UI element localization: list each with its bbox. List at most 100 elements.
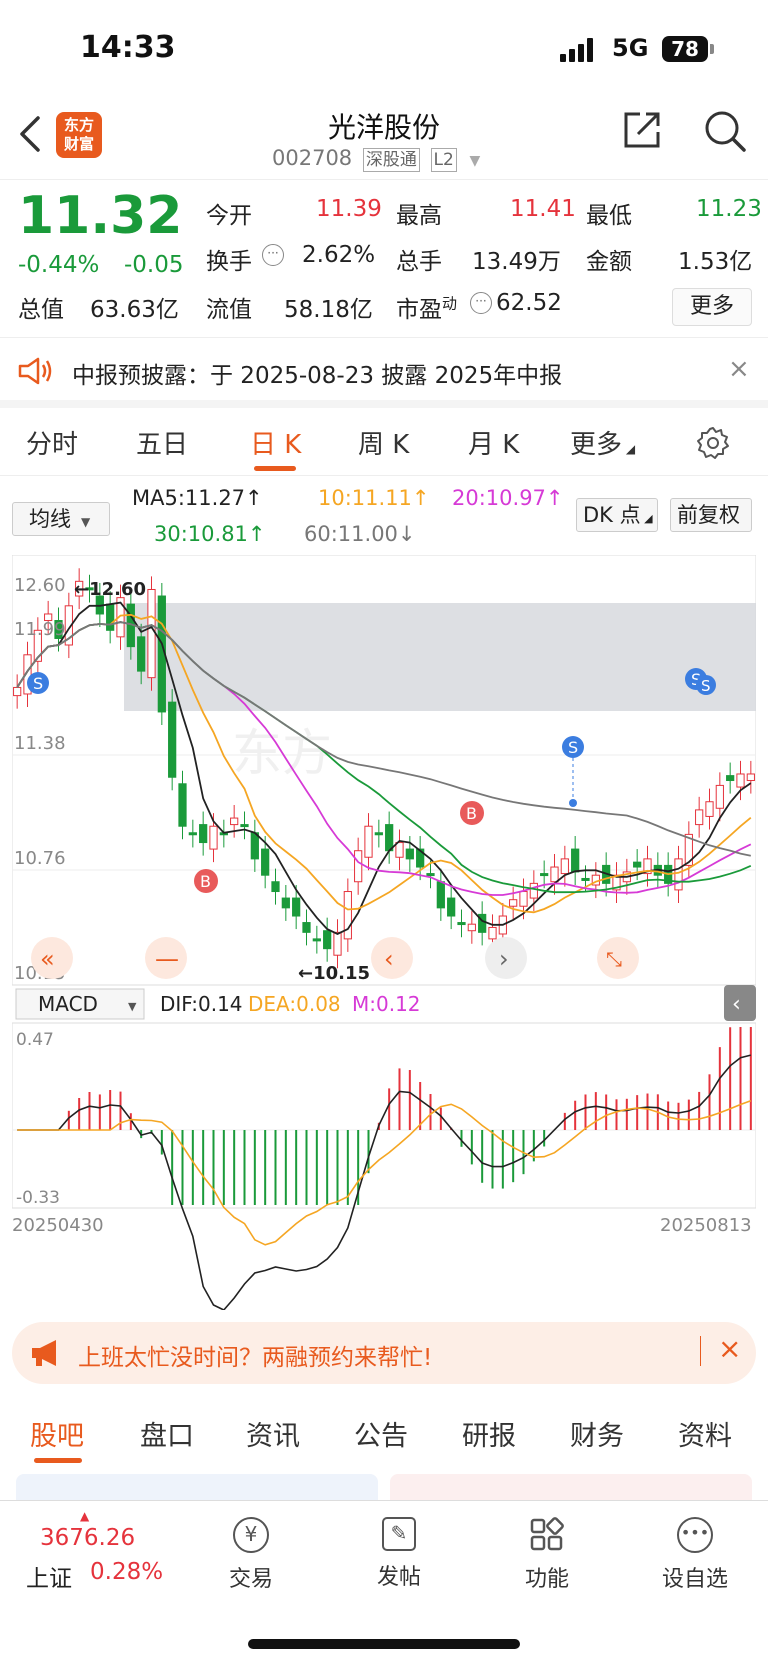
open-value: 11.39: [316, 196, 382, 222]
candle-body: [209, 825, 218, 850]
fullscreen-button[interactable]: ⤡: [597, 937, 639, 979]
low-value: 11.23: [696, 196, 762, 222]
network-label: 5G: [612, 34, 649, 62]
low-label: 最低: [586, 203, 632, 229]
ma10-value: 10:11.11↑: [318, 486, 430, 510]
close-icon[interactable]: ×: [718, 1332, 741, 1365]
macd-select-label: MACD: [38, 992, 98, 1016]
tab-news[interactable]: 资讯: [246, 1414, 300, 1453]
candle-body: [13, 686, 22, 697]
watchlist-label: 设自选: [661, 1567, 728, 1592]
index-value[interactable]: 3676.26: [40, 1525, 135, 1551]
kline-chart[interactable]: 东方 12.60 11.99 11.38 10.76 10.15 ←12.60 …: [12, 555, 756, 1310]
tab-announcements[interactable]: 公告: [354, 1414, 408, 1453]
candle-body: [323, 930, 332, 950]
svg-text:S: S: [568, 738, 578, 757]
candle-body: [550, 866, 559, 883]
dk-point-label: DK 点: [583, 503, 641, 527]
buy-marker[interactable]: B: [460, 801, 484, 825]
card-peek-right: [390, 1474, 752, 1500]
buy-marker[interactable]: B: [194, 869, 218, 893]
m-value: M:0.12: [352, 992, 421, 1016]
chevron-left-icon: ‹: [732, 992, 741, 1017]
tag-l2: L2: [430, 148, 457, 172]
tab-research[interactable]: 研报: [462, 1414, 516, 1453]
candle-body: [250, 832, 259, 860]
candle-body: [261, 848, 270, 876]
candle-body: [343, 891, 352, 940]
post-button[interactable]: ✎ 发帖: [344, 1517, 454, 1591]
y-tick-0: 12.60: [14, 575, 66, 596]
stock-code-row[interactable]: 002708 深股通 L2 ▼: [272, 146, 480, 172]
active-tab-underline: [34, 1458, 82, 1463]
open-label: 今开: [206, 203, 252, 229]
candle-body: [509, 899, 518, 907]
amount-label: 金额: [586, 249, 632, 275]
candle-body: [168, 701, 177, 778]
speaker-icon: [18, 357, 52, 385]
tab-finance[interactable]: 财务: [570, 1414, 624, 1453]
tab-intraday[interactable]: 分时: [26, 424, 78, 461]
tab-orderbook[interactable]: 盘口: [140, 1414, 194, 1453]
battery-icon: 78: [662, 36, 708, 62]
tab-daily-k[interactable]: 日 K: [250, 424, 301, 461]
candle-body: [426, 873, 435, 877]
more-button[interactable]: 更多: [672, 288, 752, 326]
nav-bar: 东方 财富 光洋股份 002708 深股通 L2 ▼: [0, 100, 768, 180]
sell-marker[interactable]: S: [696, 675, 716, 695]
indicator-select[interactable]: 均线 ▼: [12, 502, 110, 536]
prev-button[interactable]: ‹: [371, 937, 413, 979]
high-label: 最高: [396, 203, 442, 229]
svg-text:‹: ‹: [384, 945, 394, 973]
gear-icon[interactable]: [696, 426, 730, 460]
tab-monthly-k[interactable]: 月 K: [468, 424, 519, 461]
dk-point-button[interactable]: DK 点 ◢: [576, 498, 658, 532]
amount-value: 1.53亿: [678, 249, 753, 275]
candle-body: [312, 938, 321, 942]
grid-icon: [530, 1517, 564, 1551]
quote-panel: 11.32 -0.44% -0.05 今开 11.39 最高 11.41 最低 …: [0, 180, 768, 338]
svg-text:S: S: [33, 674, 43, 693]
rewind-button[interactable]: «: [31, 937, 73, 979]
add-watchlist-button[interactable]: ••• 设自选: [640, 1517, 750, 1593]
bottom-toolbar: ▲ 3676.26 上证 0.28% ¥ 交易 ✎ 发帖 功能 ••• 设自选: [0, 1500, 768, 1663]
y-tick-1: 11.99: [14, 619, 66, 640]
turnover-label: 换手: [206, 249, 252, 275]
sell-marker[interactable]: S: [27, 672, 49, 694]
svg-text:S: S: [701, 677, 711, 695]
next-button[interactable]: ›: [485, 937, 527, 979]
tab-weekly-k[interactable]: 周 K: [358, 424, 409, 461]
close-icon[interactable]: ×: [728, 354, 750, 384]
tab-more[interactable]: 更多 ◢: [570, 424, 635, 461]
mktcap-label: 总值: [18, 297, 64, 323]
caret-icon: ◢: [622, 442, 636, 456]
svg-text:«: «: [40, 945, 55, 973]
adjust-button[interactable]: 前复权: [670, 498, 752, 532]
candle-body: [199, 824, 208, 844]
tab-profile[interactable]: 资料: [678, 1414, 732, 1453]
pe-label-sup: 动: [442, 294, 458, 313]
zoom-out-button[interactable]: —: [145, 937, 187, 979]
tag-sgt: 深股通: [362, 148, 420, 172]
notice-bar[interactable]: 中报预披露：于 2025-08-23 披露 2025年中报 ×: [0, 340, 768, 408]
trade-button[interactable]: ¥ 交易: [196, 1517, 306, 1593]
tab-forum[interactable]: 股吧: [30, 1414, 84, 1453]
function-button[interactable]: 功能: [492, 1517, 602, 1593]
candle-body: [281, 897, 290, 909]
svg-text:—: —: [155, 945, 179, 973]
pe-info-icon[interactable]: ···: [470, 292, 492, 314]
status-bar: 14:33 5G 78: [0, 0, 768, 100]
candle-body: [395, 842, 404, 858]
search-icon[interactable]: [702, 108, 748, 154]
dk-zone: [124, 603, 756, 711]
candle-body: [529, 882, 538, 899]
trade-label: 交易: [228, 1567, 273, 1592]
pe-value: 62.52: [496, 290, 562, 316]
candle-body: [364, 825, 373, 858]
promo-banner[interactable]: 上班太忙没时间？两融预约来帮忙! ×: [12, 1322, 756, 1384]
tab-five-day[interactable]: 五日: [136, 424, 188, 461]
info-icon[interactable]: ···: [262, 244, 284, 266]
float-label: 流值: [206, 297, 252, 323]
share-icon[interactable]: [620, 108, 664, 152]
float-value: 58.18亿: [284, 297, 373, 323]
